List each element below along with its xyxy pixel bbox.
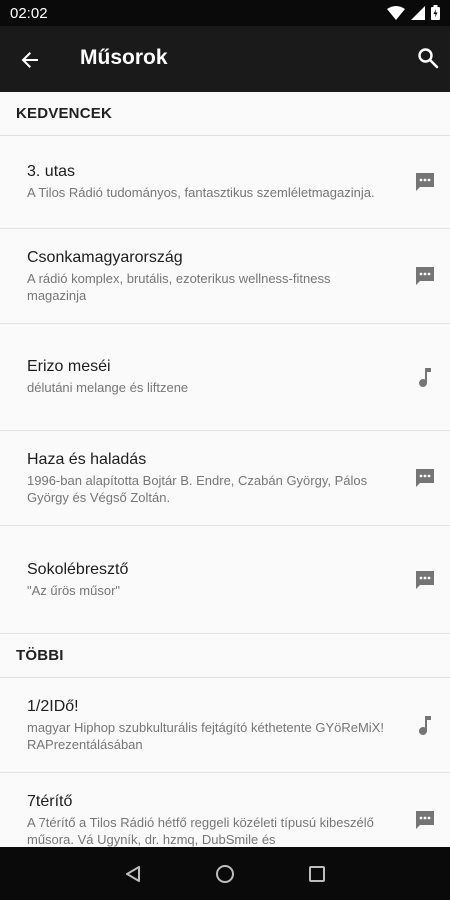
search-icon[interactable]	[412, 42, 444, 74]
list-item[interactable]: Csonkamagyarország A rádió komplex, brut…	[0, 229, 450, 324]
wifi-icon	[387, 5, 405, 25]
list-item[interactable]: Sokolébresztő "Az űrös műsor"	[0, 526, 450, 634]
show-name: 1/2IDő!	[27, 697, 79, 715]
list-item[interactable]: Erizo meséi délutáni melange és liftzene	[0, 324, 450, 431]
show-name: Erizo meséi	[27, 358, 111, 375]
signal-icon	[411, 5, 425, 25]
show-name: Haza és haladás	[27, 450, 147, 468]
chat-icon	[412, 263, 438, 289]
list-item[interactable]: 1/2IDő! magyar Hiphop szubkulturális fej…	[0, 678, 450, 773]
show-name: Sokolébresztő	[27, 560, 129, 578]
list-item[interactable]: 3. utas A Tilos Rádió tudományos, fantas…	[0, 136, 450, 229]
system-navigation-bar	[0, 847, 450, 900]
chat-icon	[412, 567, 438, 593]
status-icons	[387, 5, 440, 25]
list-item[interactable]: 7térítő A 7térítő a Tilos Rádió hétfő re…	[0, 773, 450, 847]
show-description: A 7térítő a Tilos Rádió hétfő reggeli kö…	[27, 814, 374, 847]
status-bar: 02:02	[0, 0, 450, 26]
show-description: délutáni melange és liftzene	[27, 380, 189, 395]
nav-home-icon[interactable]	[211, 860, 239, 888]
show-name: 7térítő	[27, 792, 73, 810]
show-description: A rádió komplex, brutális, ezoterikus we…	[27, 270, 331, 303]
nav-back-icon[interactable]	[119, 860, 147, 888]
show-description: "Az űrös műsor"	[27, 582, 121, 598]
show-description: A Tilos Rádió tudományos, fantasztikus s…	[27, 185, 375, 200]
app-bar: Műsorok	[0, 26, 450, 92]
section-header-others: TÖBBI	[0, 634, 450, 678]
section-header-favorites: KEDVENCEK	[0, 92, 450, 136]
page-title: Műsorok	[80, 46, 168, 69]
battery-icon	[431, 5, 440, 25]
show-description: magyar Hiphop szubkulturális fejtágító k…	[27, 719, 384, 752]
show-description: 1996-ban alapította Bojtár B. Endre, Cza…	[27, 472, 368, 505]
chat-icon	[412, 169, 438, 195]
chat-icon	[412, 807, 438, 833]
show-name: Csonkamagyarország	[27, 248, 183, 266]
music-note-icon	[412, 712, 438, 738]
list-item[interactable]: Haza és haladás 1996-ban alapította Bojt…	[0, 431, 450, 526]
nav-recents-icon[interactable]	[303, 860, 331, 888]
show-name: 3. utas	[27, 163, 76, 180]
back-arrow-icon[interactable]	[14, 44, 46, 76]
chat-icon	[412, 465, 438, 491]
shows-list[interactable]: KEDVENCEK 3. utas A Tilos Rádió tudomány…	[0, 92, 450, 847]
status-time: 02:02	[10, 5, 48, 22]
music-note-icon	[412, 364, 438, 390]
